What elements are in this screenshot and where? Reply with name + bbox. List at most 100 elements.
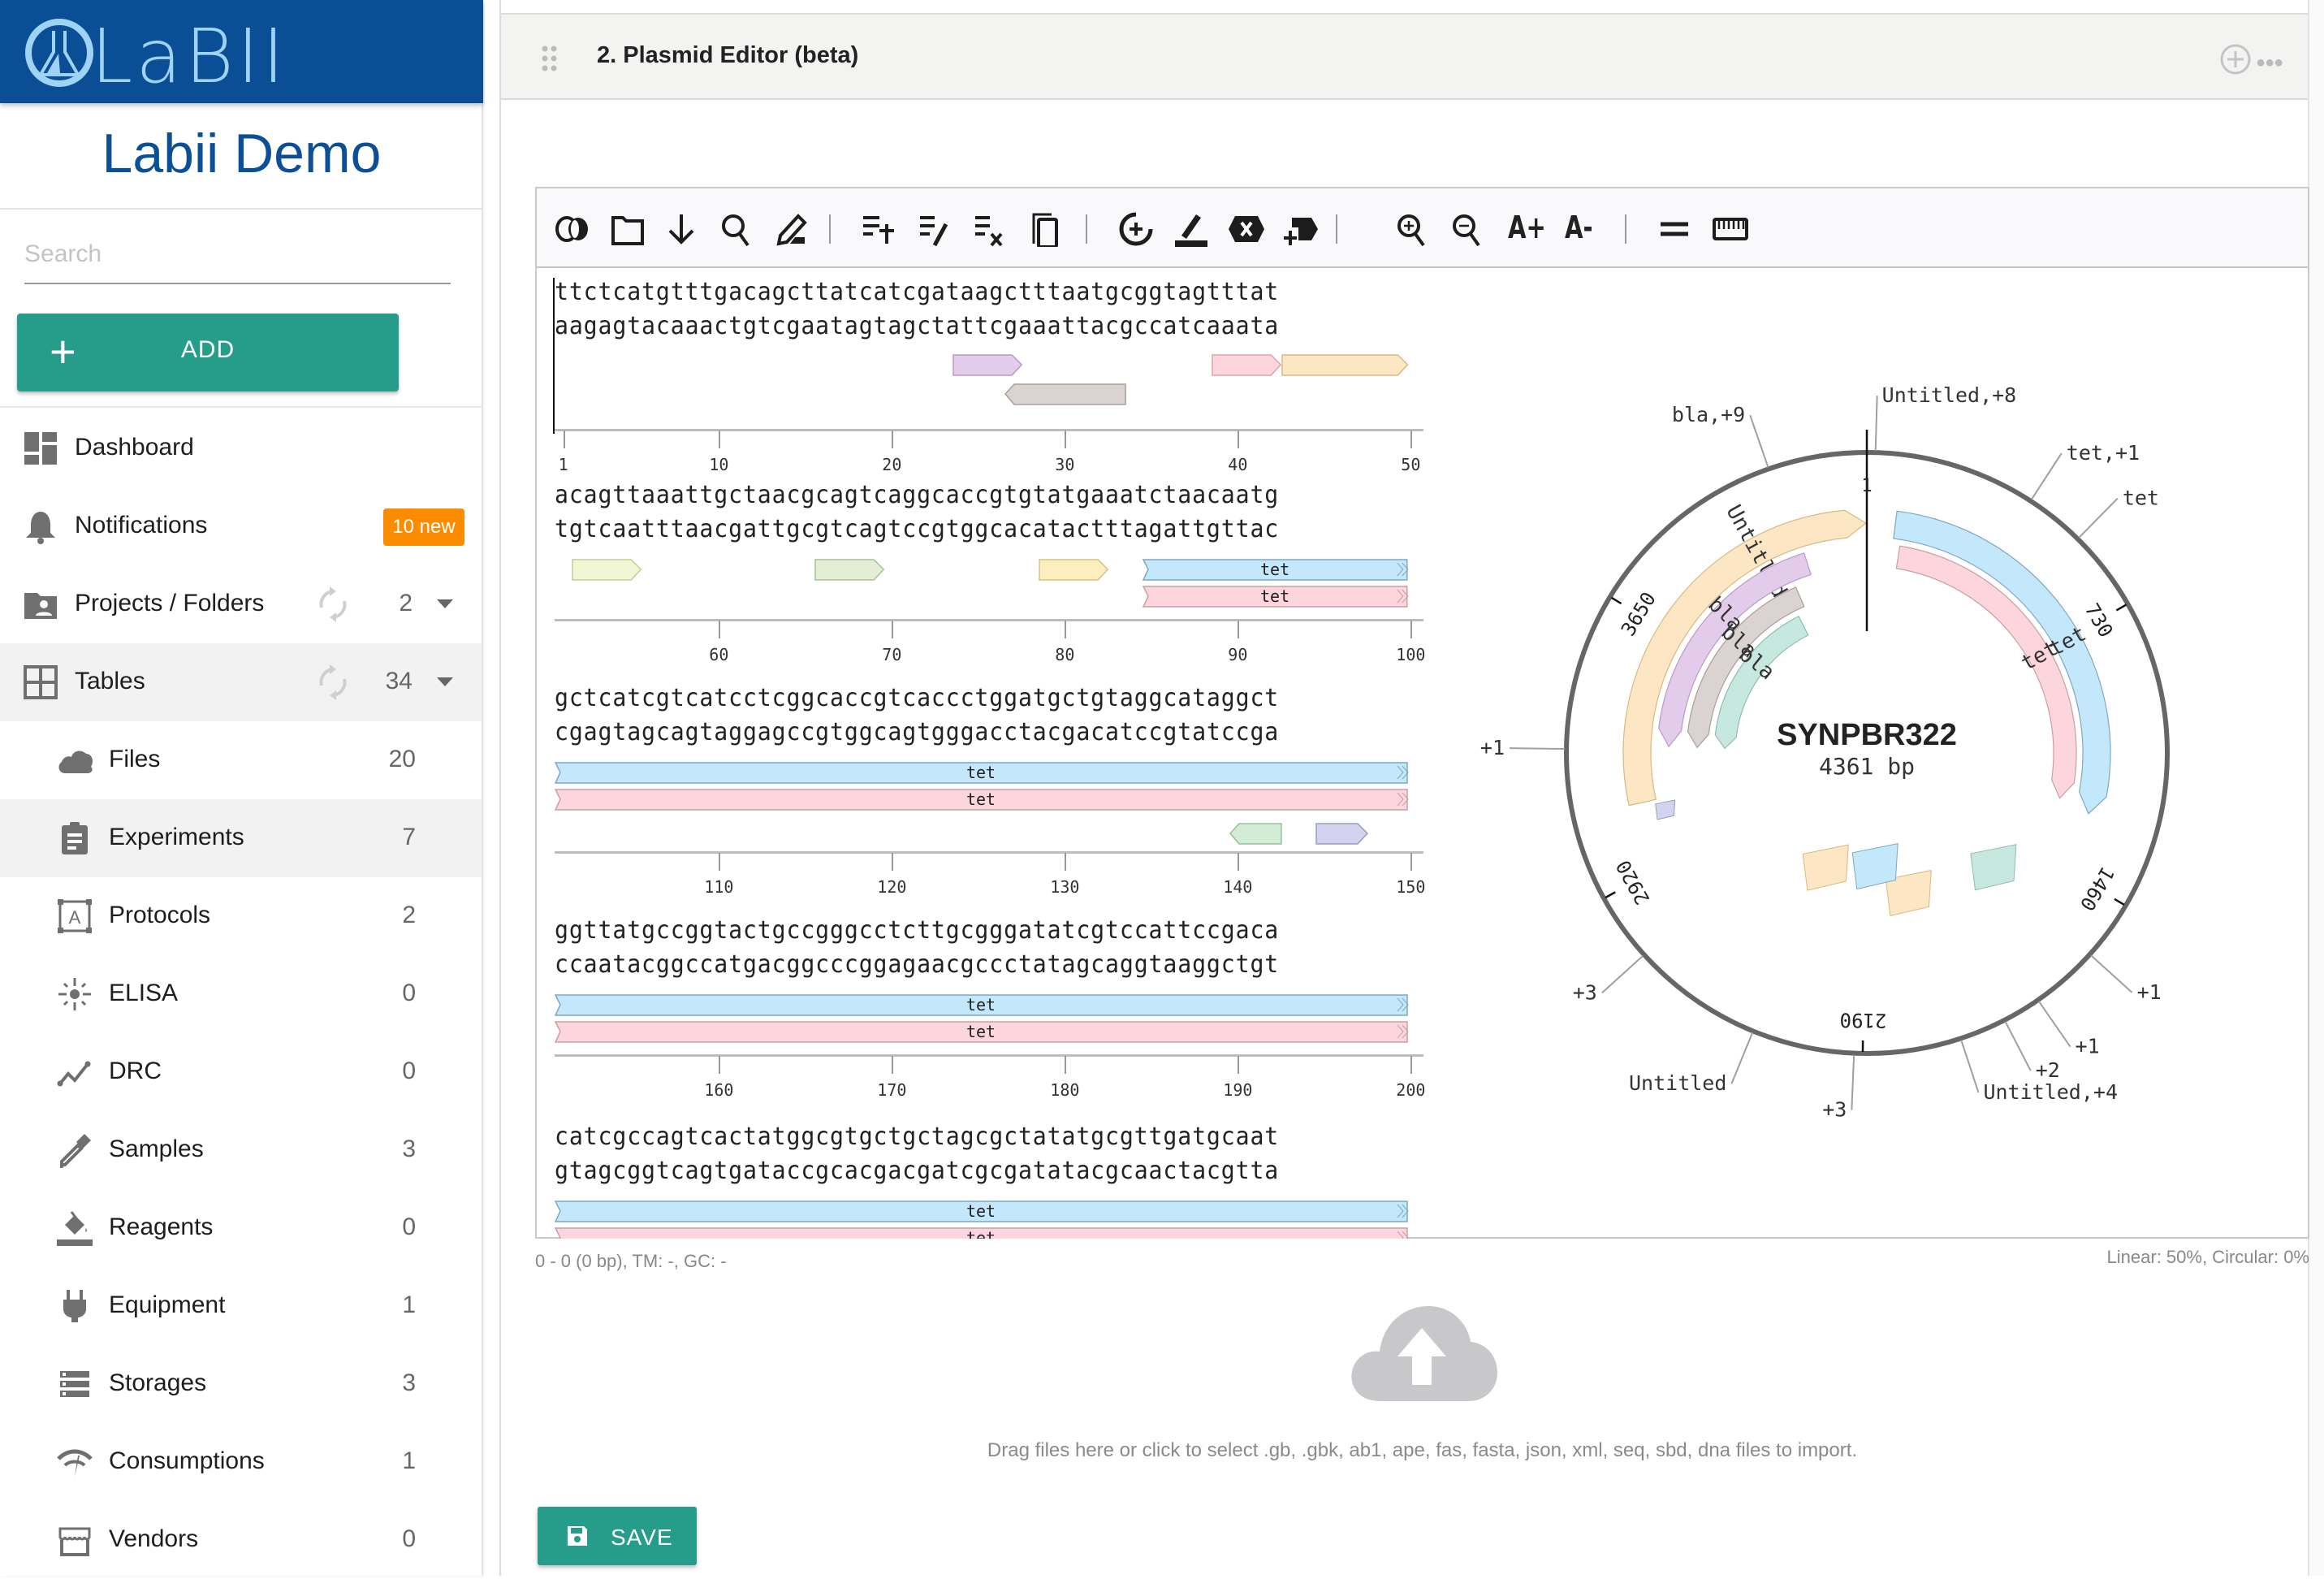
zoom-in-button[interactable] bbox=[1393, 211, 1432, 247]
sync-icon[interactable] bbox=[317, 664, 349, 700]
reverse-strand[interactable]: cgagtagcagtaggagccgtggcagtgggacctacgacat… bbox=[555, 718, 1279, 746]
feature-annotation[interactable] bbox=[1039, 559, 1109, 582]
sidebar-item-drc[interactable]: DRC0 bbox=[0, 1033, 482, 1111]
edit-button[interactable] bbox=[772, 211, 811, 247]
font-decrease-button[interactable]: A- bbox=[1565, 210, 1593, 245]
ruler-tick-label: 60 bbox=[709, 645, 728, 664]
sidebar-item-tables[interactable]: Tables34 bbox=[0, 643, 482, 721]
file-dropzone[interactable]: Drag files here or click to select .gb, … bbox=[535, 1283, 2309, 1478]
complement-toggle-button[interactable] bbox=[1656, 211, 1695, 247]
add-feature-button[interactable] bbox=[860, 211, 899, 247]
feature-shape[interactable] bbox=[815, 560, 883, 580]
sync-icon[interactable] bbox=[317, 586, 349, 622]
feature-shape[interactable] bbox=[572, 560, 641, 580]
sidebar-item-notifications[interactable]: Notifications10 new bbox=[0, 487, 482, 565]
highlight-button[interactable] bbox=[1172, 211, 1211, 247]
forward-strand[interactable]: catcgccagtcactatggcgtgctgctagcgctatatgcg… bbox=[555, 1123, 1279, 1151]
sidebar-item-projects[interactable]: Projects / Folders2 bbox=[0, 565, 482, 643]
map-small-feature[interactable] bbox=[1971, 845, 2016, 890]
feature-annotation[interactable] bbox=[1315, 823, 1369, 846]
map-outer-label[interactable]: +3 bbox=[1822, 1098, 1847, 1122]
map-outer-label[interactable]: tet bbox=[2123, 487, 2159, 510]
remove-feature-button[interactable] bbox=[972, 211, 1011, 247]
feature-shape[interactable] bbox=[1039, 560, 1108, 580]
chevron-down-icon[interactable] bbox=[437, 599, 453, 608]
map-outer-label[interactable]: Untitled,+8 bbox=[1882, 383, 2017, 407]
feature-shape[interactable] bbox=[1005, 384, 1125, 404]
reverse-strand[interactable]: ccaatacggccatgacggcccggagaacgccctatagcag… bbox=[555, 950, 1279, 979]
feature-shape[interactable] bbox=[1212, 355, 1281, 375]
sidebar-item-storages[interactable]: Storages3 bbox=[0, 1345, 482, 1423]
circular-map-view[interactable]: 7301460219029203650tettetUntitledblablab… bbox=[1430, 268, 2309, 1239]
font-increase-button[interactable]: A+ bbox=[1508, 210, 1546, 245]
list-add-icon bbox=[860, 211, 899, 247]
sidebar-item-elisa[interactable]: ELISA0 bbox=[0, 955, 482, 1033]
edit-feature-button[interactable] bbox=[917, 211, 956, 247]
sidebar-item-consumptions[interactable]: Consumptions1 bbox=[0, 1423, 482, 1501]
map-outer-label[interactable]: bla,+9 bbox=[1672, 403, 1745, 426]
map-outer-label[interactable]: +1 bbox=[1480, 736, 1505, 759]
map-outer-label[interactable]: tet,+1 bbox=[2067, 441, 2140, 465]
reverse-strand[interactable]: tgtcaatttaacgattgcgtcagtccgtggcacatacttt… bbox=[555, 515, 1279, 543]
plasmid-map[interactable]: 7301460219029203650tettetUntitledblablab… bbox=[1430, 268, 2309, 1239]
sidebar-item-samples[interactable]: Samples3 bbox=[0, 1111, 482, 1189]
reverse-strand[interactable]: gtagcggtcagtgataccgcacgacgatcgcgatatacgc… bbox=[555, 1157, 1279, 1185]
ruler-toggle-button[interactable] bbox=[1711, 211, 1750, 247]
map-outer-label[interactable]: Untitled bbox=[1629, 1071, 1726, 1095]
download-arrow-icon bbox=[662, 211, 701, 247]
map-small-feature[interactable] bbox=[1656, 800, 1675, 820]
feature-annotation[interactable] bbox=[952, 354, 1023, 377]
feature-annotation[interactable] bbox=[1281, 354, 1409, 377]
map-outer-label[interactable]: Untitled,+4 bbox=[1983, 1080, 2118, 1104]
feature-shape[interactable] bbox=[1230, 824, 1281, 844]
scrollbar-track[interactable] bbox=[2308, 0, 2324, 1576]
sidebar-item-reagents[interactable]: Reagents0 bbox=[0, 1189, 482, 1267]
feature-annotation[interactable] bbox=[1212, 354, 1282, 377]
sequence-row: ggttatgccggtactgccgggcctcttgcgggatatcgtc… bbox=[555, 916, 1423, 1123]
sidebar-item-protocols[interactable]: AProtocols2 bbox=[0, 877, 482, 955]
sidebar-item-vendors[interactable]: Vendors0 bbox=[0, 1501, 482, 1579]
sidebar-item-equipment[interactable]: Equipment1 bbox=[0, 1267, 482, 1345]
more-icon[interactable]: ●●● bbox=[2256, 54, 2283, 72]
forward-strand[interactable]: ggttatgccggtactgccgggcctcttgcgggatatcgtc… bbox=[555, 916, 1279, 945]
search-input[interactable] bbox=[24, 226, 451, 284]
add-button[interactable]: + ADD bbox=[17, 314, 399, 392]
feature-annotation[interactable] bbox=[814, 559, 885, 582]
feature-annotation[interactable] bbox=[572, 559, 642, 582]
feature-annotation[interactable] bbox=[1004, 383, 1127, 406]
map-small-feature[interactable] bbox=[1803, 845, 1848, 890]
add-circle-icon[interactable] bbox=[2219, 43, 2252, 76]
map-outer-label[interactable]: +2 bbox=[2036, 1058, 2060, 1082]
panel-title: 2. Plasmid Editor (beta) bbox=[597, 42, 858, 69]
forward-strand[interactable]: acagttaaattgctaacgcagtcaggcaccgtgtatgaaa… bbox=[555, 481, 1279, 509]
chevron-down-icon[interactable] bbox=[437, 677, 453, 686]
sequence-view[interactable]: ttctcatgtttgacagcttatcatcgataagctttaatgc… bbox=[537, 268, 1430, 1239]
sidebar-item-count: 0 bbox=[367, 1213, 416, 1241]
copy-button[interactable] bbox=[1027, 211, 1066, 247]
forward-strand[interactable]: ttctcatgtttgacagcttatcatcgataagctttaatgc… bbox=[555, 278, 1279, 306]
download-button[interactable] bbox=[662, 211, 701, 247]
feature-shape[interactable] bbox=[953, 355, 1022, 375]
map-outer-label[interactable]: +1 bbox=[2076, 1035, 2100, 1058]
save-button[interactable]: SAVE bbox=[538, 1507, 697, 1565]
map-feature-tet[interactable] bbox=[1896, 546, 2076, 798]
reverse-strand[interactable]: aagagtacaaactgtcgaatagtagctattcgaaattacg… bbox=[555, 312, 1279, 340]
drag-handle-icon[interactable] bbox=[540, 45, 559, 72]
zoom-out-button[interactable] bbox=[1448, 211, 1487, 247]
map-outer-label[interactable]: +3 bbox=[1573, 980, 1597, 1004]
feature-shape[interactable] bbox=[1282, 355, 1407, 375]
open-button[interactable] bbox=[608, 211, 647, 247]
feature-shape[interactable] bbox=[1316, 824, 1367, 844]
map-tick-label: 1460 bbox=[2076, 863, 2119, 915]
delete-button[interactable] bbox=[1227, 211, 1266, 247]
insert-button[interactable] bbox=[1282, 211, 1321, 247]
map-outer-label[interactable]: +1 bbox=[2137, 980, 2162, 1004]
find-button[interactable] bbox=[717, 211, 756, 247]
forward-strand[interactable]: gctcatcgtcatcctcggcaccgtcaccctggatgctgta… bbox=[555, 684, 1279, 712]
sidebar-item-dashboard[interactable]: Dashboard bbox=[0, 409, 482, 487]
add-primer-button[interactable] bbox=[1117, 211, 1156, 247]
sidebar-item-files[interactable]: Files20 bbox=[0, 721, 482, 799]
sidebar-item-experiments[interactable]: Experiments7 bbox=[0, 799, 482, 877]
view-toggle-button[interactable] bbox=[553, 211, 592, 247]
feature-annotation[interactable] bbox=[1229, 823, 1283, 846]
